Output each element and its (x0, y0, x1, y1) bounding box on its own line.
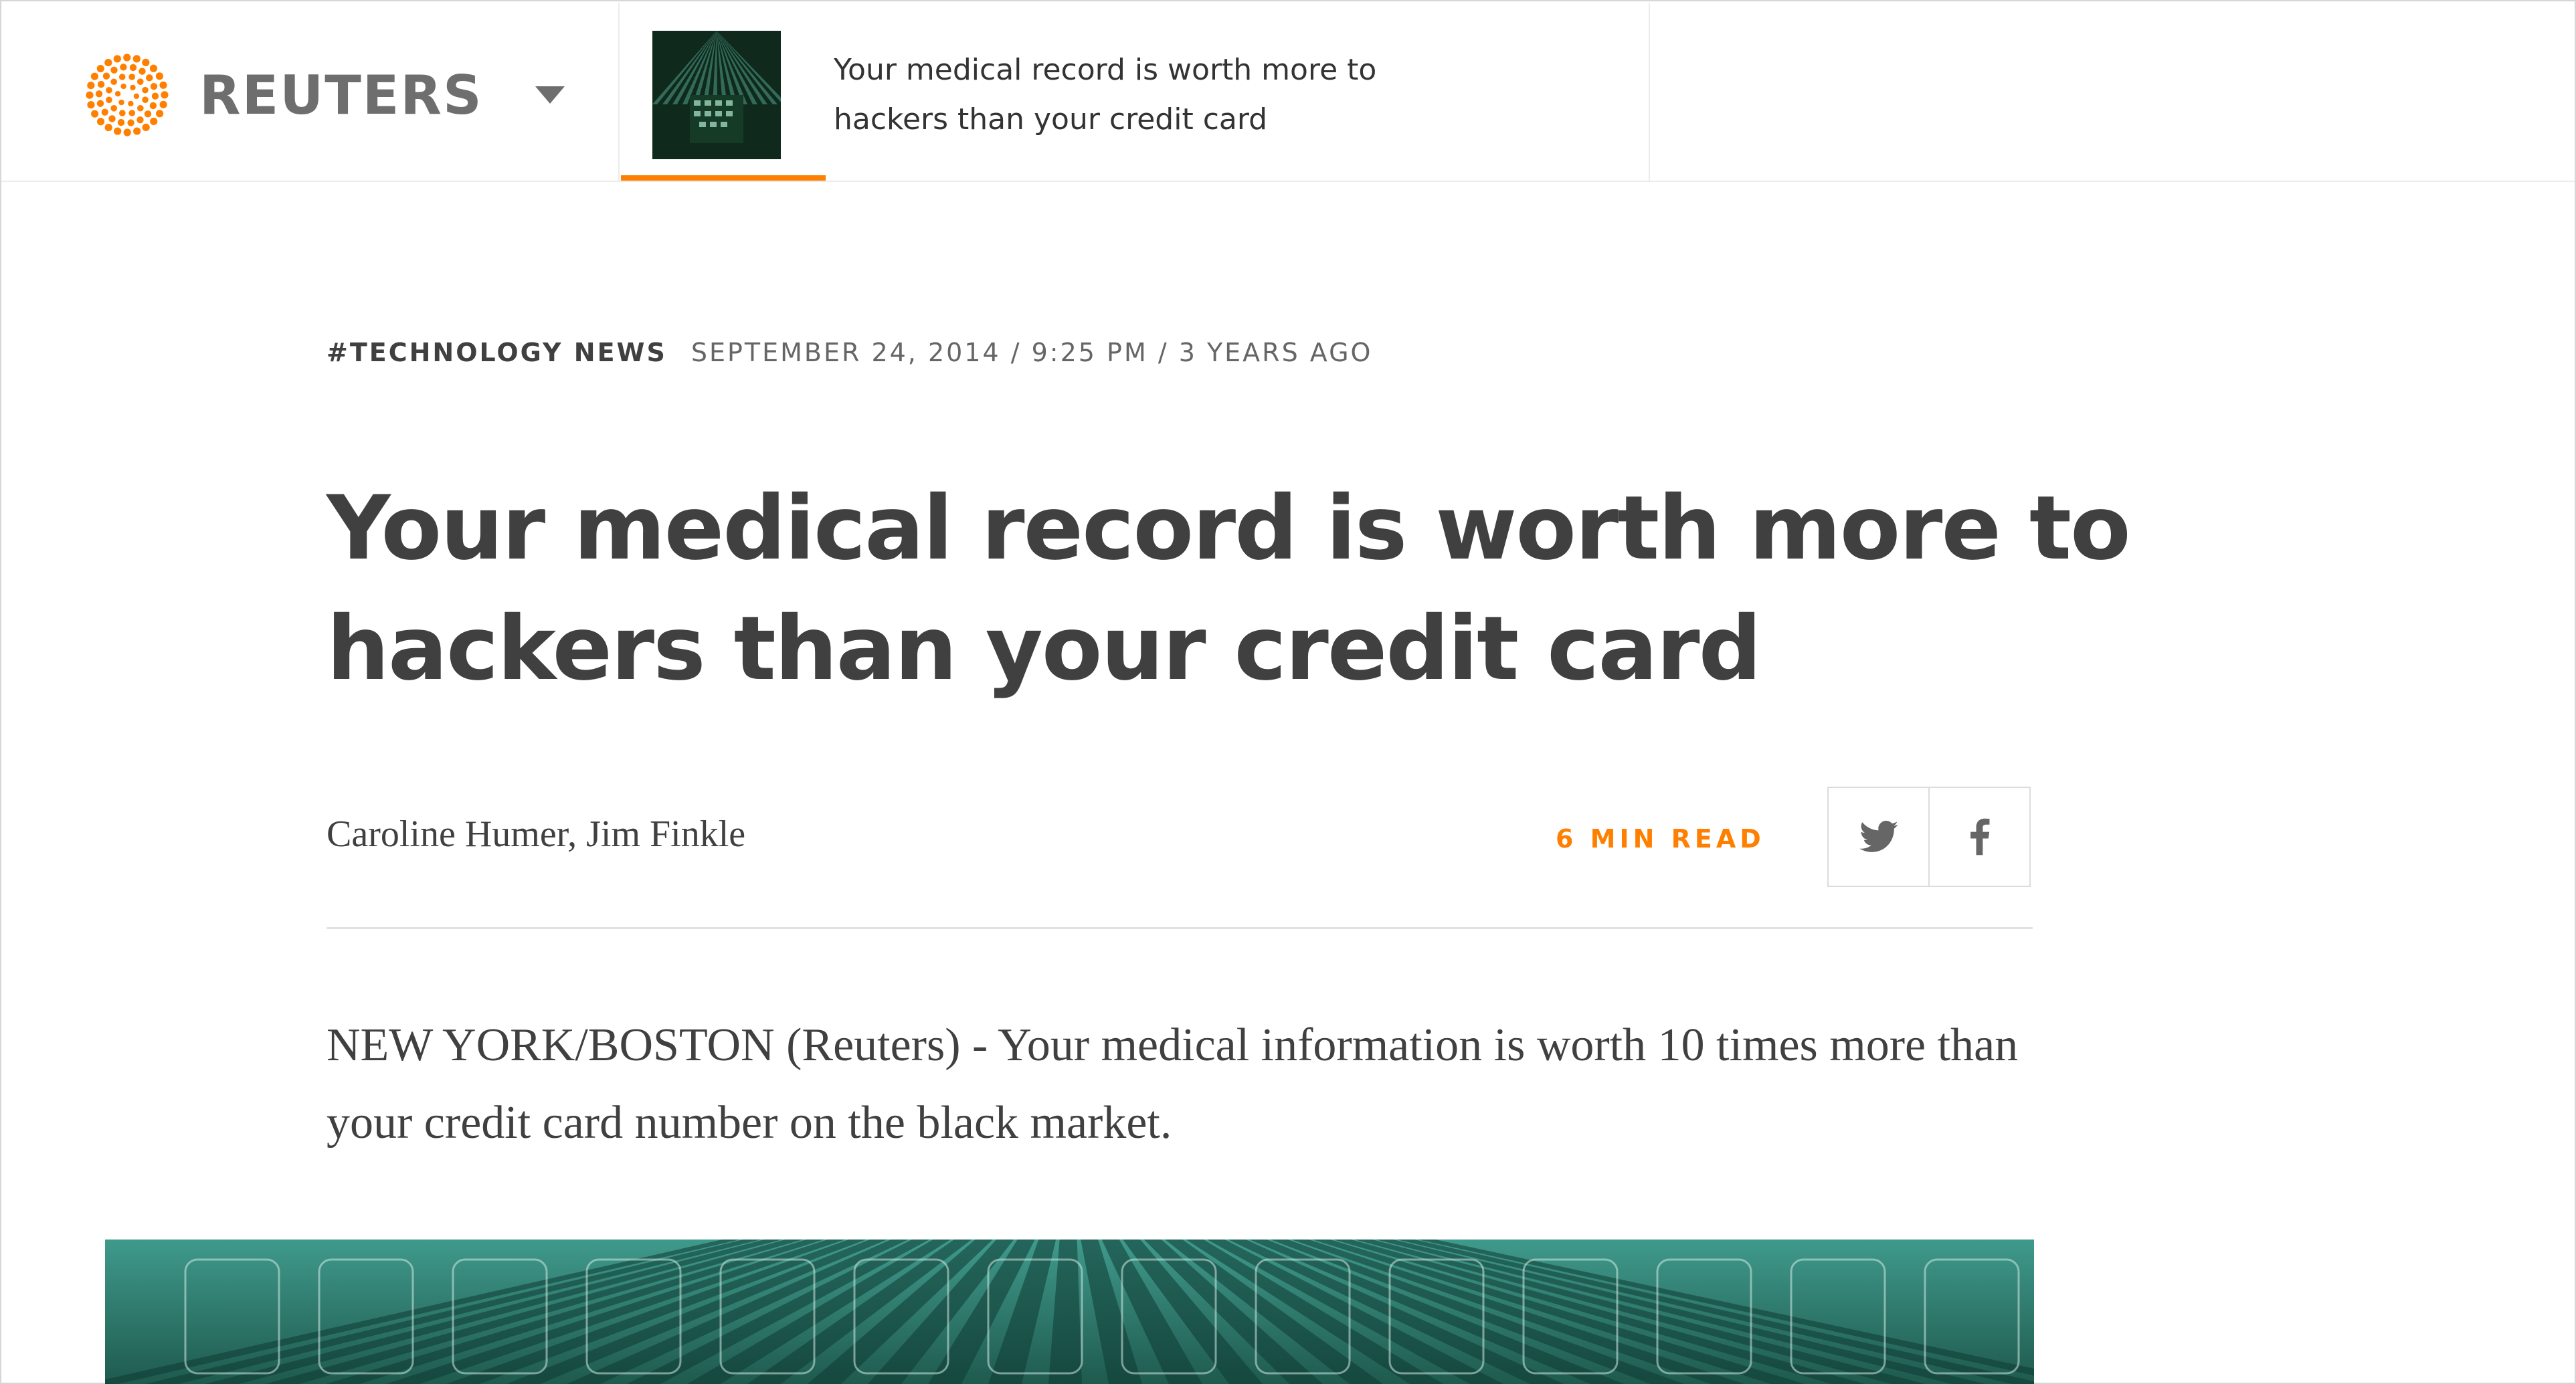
article-lede: NEW YORK/BOSTON (Reuters) - Your medical… (327, 1019, 2019, 1149)
story-title[interactable]: Your medical record is worth more to hac… (834, 45, 1436, 144)
hero-image[interactable] (105, 1240, 2034, 1384)
current-story-tab[interactable]: Your medical record is worth more to hac… (621, 3, 1649, 181)
site-header: REUTERS Your medical record is worth mor… (1, 1, 2575, 182)
reuters-logo[interactable]: REUTERS (80, 48, 565, 142)
keyboard-hero-image (105, 1240, 2034, 1384)
article-timestamp: SEPTEMBER 24, 2014 / 9:25 PM / 3 YEARS A… (691, 338, 1373, 367)
active-tab-indicator (621, 175, 826, 181)
section-tag[interactable]: #TECHNOLOGY NEWS (327, 338, 667, 367)
chevron-down-icon[interactable] (535, 86, 565, 104)
article-headline: Your medical record is worth more to hac… (327, 477, 2131, 700)
share-buttons (1827, 787, 2031, 887)
logo-text: REUTERS (199, 64, 483, 126)
twitter-share-button[interactable] (1829, 788, 1928, 886)
keyboard-thumbnail-image (652, 31, 781, 159)
facebook-icon (1970, 818, 1989, 856)
facebook-share-button[interactable] (1928, 788, 2029, 886)
article-meta: #TECHNOLOGY NEWS SEPTEMBER 24, 2014 / 9:2… (327, 338, 1372, 367)
article-byline[interactable]: Caroline Humer, Jim Finkle (327, 813, 745, 856)
twitter-icon (1859, 821, 1898, 852)
header-divider (1649, 3, 1650, 181)
header-divider (618, 3, 620, 181)
divider (327, 927, 2033, 929)
story-thumbnail[interactable] (652, 31, 781, 159)
read-time: 6 MIN READ (1556, 824, 1765, 854)
reuters-logo-icon (86, 54, 169, 136)
